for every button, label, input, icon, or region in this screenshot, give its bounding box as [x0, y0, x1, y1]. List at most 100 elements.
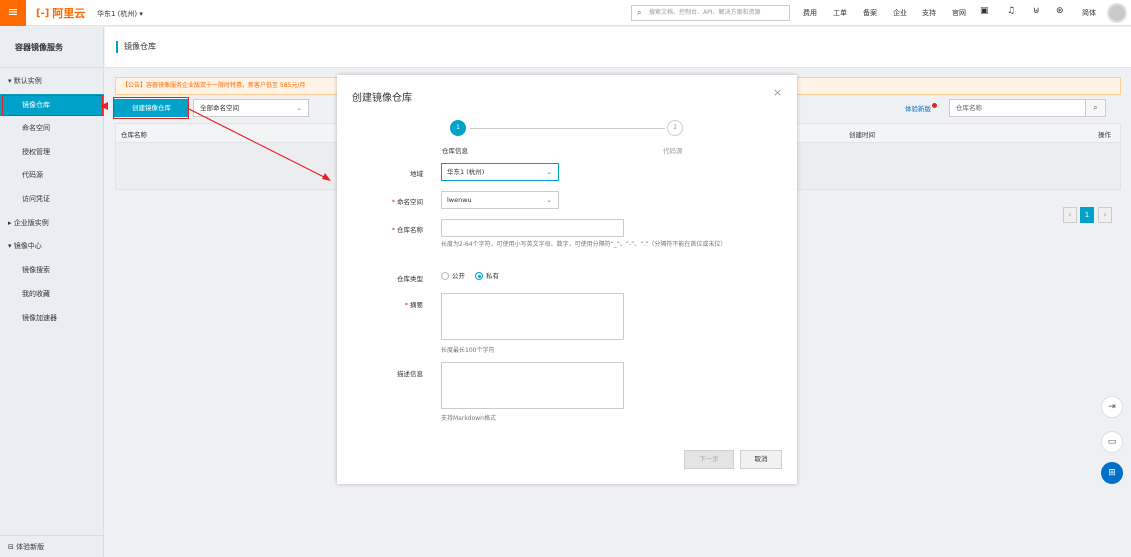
column-actions: 操作 [1098, 131, 1111, 139]
repo-type-field-label: 仓库类型 [343, 273, 423, 283]
sidebar-item-enterprise-instance[interactable]: ▸ 企业版实例 [0, 212, 104, 234]
namespace-filter-value: 全部命名空间 [200, 104, 239, 112]
chevron-down-icon: ⌄ [546, 168, 552, 176]
apps-icon[interactable]: ⊞ [1101, 462, 1123, 484]
summary-field-label: * 摘要 [343, 299, 423, 309]
step-2-label: 代码源 [663, 147, 683, 155]
repo-type-private-label: 私有 [486, 272, 499, 280]
repo-search-input[interactable]: 仓库名称 [949, 99, 1086, 117]
namespace-field-label: * 命名空间 [343, 196, 423, 206]
repo-name-label-text: 仓库名称 [397, 226, 423, 234]
chevron-down-icon: ⌄ [296, 104, 302, 112]
nav-official-site[interactable]: 官网 [952, 8, 966, 18]
sidebar-item-favorites[interactable]: 我的收藏 [0, 283, 104, 305]
required-marker: * [391, 198, 395, 206]
sidebar-item-namespaces[interactable]: 命名空间 [0, 117, 104, 139]
region-select-value: 华东1 (杭州) [447, 168, 485, 176]
cancel-button[interactable]: 取消 [740, 450, 782, 469]
sidebar-title: 容器镜像服务 [0, 27, 104, 68]
close-icon[interactable]: × [773, 86, 782, 99]
namespace-label-text: 命名空间 [397, 198, 423, 206]
pager-current-page[interactable]: 1 [1080, 207, 1094, 223]
nav-billing[interactable]: 费用 [803, 8, 817, 18]
page-header: 镜像仓库 [105, 27, 1131, 68]
column-created: 创建时间 [849, 131, 875, 139]
collapse-panel-icon[interactable]: ⇥ [1101, 396, 1123, 418]
description-hint: 支持Markdown格式 [441, 415, 496, 422]
repo-name-field-label: * 仓库名称 [343, 224, 423, 234]
chevron-down-icon: ⌄ [546, 196, 552, 204]
required-marker: * [404, 301, 408, 309]
column-name: 仓库名称 [121, 131, 147, 139]
try-new-label: 体验新版 [905, 105, 931, 113]
top-bar: ≡ [-] 阿里云 华东1 (杭州) ▾ ⌕ 搜索文档、控制台、API、解决方案… [0, 0, 1131, 26]
sidebar-footer-try-new[interactable]: ⊟ 体验新版 [0, 535, 104, 557]
radio-circle-public [441, 272, 449, 280]
annotation-box-create-button [113, 97, 189, 119]
radio-circle-private [475, 272, 483, 280]
pager-prev-button[interactable]: ‹ [1063, 207, 1077, 223]
help-icon[interactable]: ⊛ [1056, 6, 1064, 16]
step-1-label: 仓库信息 [442, 147, 468, 155]
namespace-filter-select[interactable]: 全部命名空间 ⌄ [193, 99, 309, 117]
nav-ticket[interactable]: 工单 [833, 8, 847, 18]
bell-icon[interactable]: ♫ [1007, 6, 1015, 16]
cart-icon[interactable]: ⊎ [1033, 6, 1040, 16]
region-caret-icon: ▾ [139, 10, 143, 18]
nav-support[interactable]: 支持 [922, 8, 936, 18]
namespace-select-value: lwenwu [447, 196, 472, 204]
create-repository-dialog: 创建镜像仓库 × 1 2 仓库信息 代码源 地域 华东1 (杭州) ⌄ * 命名空… [337, 75, 797, 484]
description-textarea[interactable] [441, 362, 624, 409]
region-label: 华东1 (杭州) [97, 10, 138, 18]
repo-name-input[interactable] [441, 219, 624, 237]
summary-hint: 长度最长100个字符 [441, 347, 495, 354]
feedback-icon[interactable]: ▭ [1101, 431, 1123, 453]
repo-type-public-label: 公开 [452, 272, 465, 280]
description-field-label: 描述信息 [343, 368, 423, 378]
global-search-input[interactable]: ⌕ 搜索文档、控制台、API、解决方案和资源 [631, 5, 790, 21]
repo-name-hint: 长度为2-64个字符，可使用小写英文字母、数字，可使用分隔符“_”、“-”、“.… [441, 241, 727, 248]
page-title: 镜像仓库 [116, 41, 156, 53]
sidebar-footer-label: 体验新版 [16, 543, 45, 551]
repo-type-public-radio[interactable]: 公开 [441, 272, 465, 281]
global-search-placeholder: 搜索文档、控制台、API、解决方案和资源 [649, 9, 761, 16]
nav-enterprise[interactable]: 企业 [893, 8, 907, 18]
aliyun-logo[interactable]: [-] 阿里云 [36, 6, 85, 20]
step-2-indicator: 2 [667, 120, 683, 136]
new-dot-icon [932, 103, 937, 108]
step-1-indicator: 1 [450, 120, 466, 136]
sidebar-item-accelerator[interactable]: 镜像加速器 [0, 307, 104, 329]
annotation-box-sidebar [2, 95, 103, 116]
required-marker: * [391, 226, 395, 234]
hamburger-icon[interactable]: ≡ [0, 0, 26, 26]
pager-next-button[interactable]: › [1098, 207, 1112, 223]
summary-label-text: 摘要 [410, 301, 423, 309]
region-selector[interactable]: 华东1 (杭州) ▾ [97, 9, 143, 19]
sidebar-item-credentials[interactable]: 访问凭证 [0, 188, 104, 210]
search-icon[interactable]: ⌕ [1086, 99, 1106, 117]
step-connector [470, 128, 665, 129]
repo-type-private-radio[interactable]: 私有 [475, 272, 499, 281]
dialog-title: 创建镜像仓库 [352, 93, 412, 104]
next-step-button[interactable]: 下一步 [684, 450, 734, 469]
sidebar-item-code-source[interactable]: 代码源 [0, 164, 104, 186]
sidebar-item-image-center[interactable]: ▾ 镜像中心 [0, 235, 104, 257]
region-select[interactable]: 华东1 (杭州) ⌄ [441, 163, 559, 181]
search-icon: ⌕ [637, 8, 642, 17]
region-label-text: 地域 [410, 170, 423, 178]
avatar[interactable] [1107, 3, 1127, 23]
try-new-version-link[interactable]: 体验新版 [905, 103, 937, 113]
logo-mark-icon: [-] [36, 7, 50, 19]
nav-icp[interactable]: 备案 [863, 8, 877, 18]
logo-text: 阿里云 [52, 7, 86, 20]
new-version-icon: ⊟ [8, 543, 17, 551]
region-field-label: 地域 [343, 168, 423, 178]
summary-textarea[interactable] [441, 293, 624, 340]
sidebar-item-authorization[interactable]: 授权管理 [0, 141, 104, 163]
terminal-icon[interactable]: ▣ [980, 6, 989, 16]
sidebar-item-image-search[interactable]: 镜像搜索 [0, 259, 104, 281]
language-switch[interactable]: 简体 [1082, 8, 1096, 18]
repo-type-label-text: 仓库类型 [397, 275, 423, 283]
sidebar-item-default-instance[interactable]: ▾ 默认实例 [0, 70, 104, 92]
namespace-select[interactable]: lwenwu ⌄ [441, 191, 559, 209]
